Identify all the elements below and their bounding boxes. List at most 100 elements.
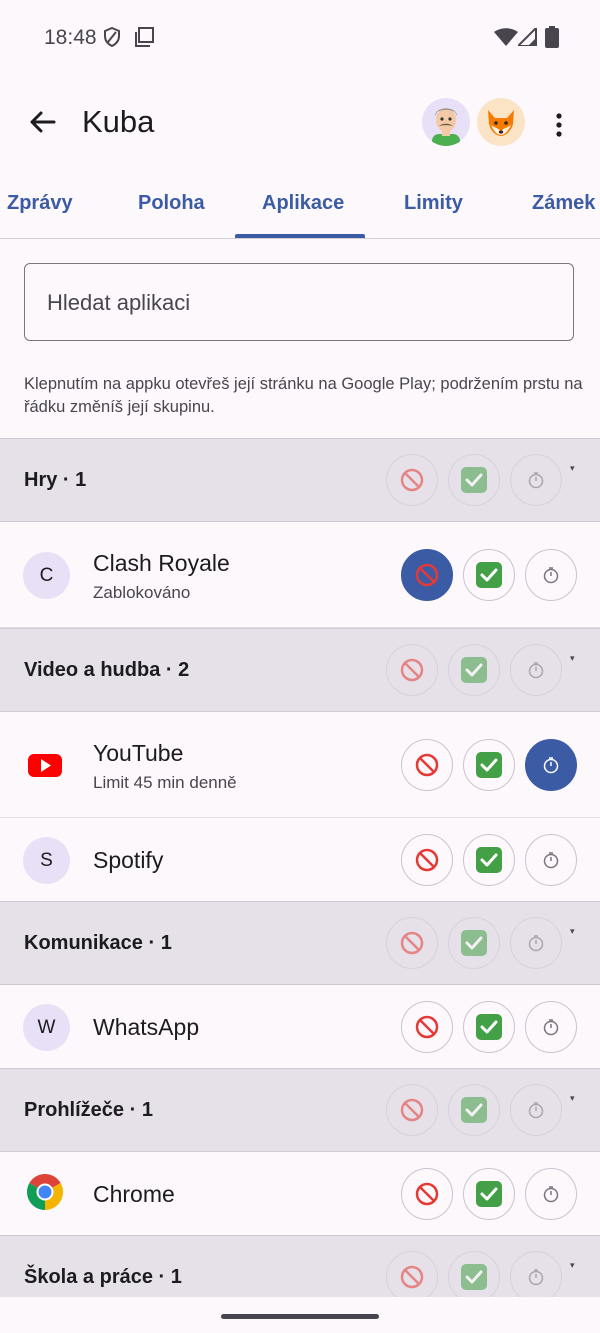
allow-button[interactable] bbox=[463, 549, 515, 601]
app-status: Zablokováno bbox=[93, 583, 191, 602]
tab-aplikace[interactable]: Aplikace bbox=[262, 192, 344, 215]
group-header-hry[interactable]: Hry · 1 ▾ bbox=[0, 438, 600, 522]
check-icon bbox=[476, 1014, 502, 1040]
block-button[interactable] bbox=[401, 549, 453, 601]
group-header-komunikace[interactable]: Komunikace · 1 ▾ bbox=[0, 901, 600, 985]
group-header-prohlizece[interactable]: Prohlížeče · 1 ▾ bbox=[0, 1068, 600, 1152]
check-icon bbox=[476, 847, 502, 873]
group-limit-button[interactable] bbox=[510, 1251, 562, 1303]
group-block-button[interactable] bbox=[386, 1251, 438, 1303]
block-button[interactable] bbox=[401, 739, 453, 791]
expand-caret-icon[interactable]: ▾ bbox=[570, 926, 575, 937]
fox-avatar[interactable] bbox=[477, 98, 525, 146]
group-block-button[interactable] bbox=[386, 644, 438, 696]
limit-button[interactable] bbox=[525, 1168, 577, 1220]
group-block-button[interactable] bbox=[386, 917, 438, 969]
group-limit-button[interactable] bbox=[510, 1084, 562, 1136]
block-icon bbox=[415, 848, 439, 872]
block-button[interactable] bbox=[401, 834, 453, 886]
wifi-icon bbox=[494, 28, 518, 46]
check-icon bbox=[461, 930, 487, 956]
group-limit-button[interactable] bbox=[510, 917, 562, 969]
group-title: Video a hudba · 2 bbox=[24, 659, 190, 681]
allow-button[interactable] bbox=[463, 739, 515, 791]
home-gesture-handle[interactable] bbox=[221, 1314, 379, 1319]
back-arrow-icon[interactable] bbox=[26, 106, 58, 138]
expand-caret-icon[interactable]: ▾ bbox=[570, 463, 575, 474]
app-row-chrome[interactable]: Chrome bbox=[0, 1152, 600, 1236]
app-row-spotify[interactable]: S Spotify bbox=[0, 818, 600, 902]
tab-limity[interactable]: Limity bbox=[404, 192, 463, 215]
allow-button[interactable] bbox=[463, 1001, 515, 1053]
limit-button[interactable] bbox=[525, 834, 577, 886]
more-options-icon[interactable] bbox=[546, 112, 572, 138]
shield-icon bbox=[104, 27, 120, 47]
group-block-button[interactable] bbox=[386, 1084, 438, 1136]
search-input[interactable]: Hledat aplikaci bbox=[24, 263, 574, 341]
battery-icon bbox=[545, 26, 559, 48]
cell-signal-icon bbox=[518, 28, 537, 46]
timer-icon bbox=[543, 757, 559, 774]
check-icon bbox=[461, 1097, 487, 1123]
timer-icon bbox=[528, 472, 544, 489]
search-placeholder: Hledat aplikaci bbox=[47, 290, 191, 315]
tab-zpravy[interactable]: Zprávy bbox=[7, 192, 73, 215]
tab-indicator bbox=[235, 234, 365, 238]
app-name: Chrome bbox=[93, 1181, 175, 1207]
app-icon-letter: C bbox=[23, 552, 70, 599]
block-button[interactable] bbox=[401, 1168, 453, 1220]
block-icon bbox=[415, 563, 439, 587]
tab-poloha[interactable]: Poloha bbox=[138, 192, 205, 215]
timer-icon bbox=[543, 1186, 559, 1203]
expand-caret-icon[interactable]: ▾ bbox=[570, 1093, 575, 1104]
group-title: Komunikace · 1 bbox=[24, 932, 172, 954]
block-icon bbox=[400, 1098, 424, 1122]
group-allow-button[interactable] bbox=[448, 1084, 500, 1136]
timer-icon bbox=[543, 567, 559, 584]
limit-button[interactable] bbox=[525, 739, 577, 791]
group-limit-button[interactable] bbox=[510, 644, 562, 696]
group-allow-button[interactable] bbox=[448, 644, 500, 696]
allow-button[interactable] bbox=[463, 834, 515, 886]
allow-button[interactable] bbox=[463, 1168, 515, 1220]
block-icon bbox=[415, 1015, 439, 1039]
app-row-whatsapp[interactable]: W WhatsApp bbox=[0, 985, 600, 1069]
app-icon-letter: S bbox=[23, 837, 70, 884]
group-allow-button[interactable] bbox=[448, 917, 500, 969]
group-title: Prohlížeče · 1 bbox=[24, 1099, 153, 1121]
group-title: Hry · 1 bbox=[24, 469, 87, 491]
group-allow-button[interactable] bbox=[448, 1251, 500, 1303]
child-avatar[interactable] bbox=[422, 98, 470, 146]
block-icon bbox=[400, 1265, 424, 1289]
expand-caret-icon[interactable]: ▾ bbox=[570, 1260, 575, 1271]
chrome-logo-icon bbox=[26, 1173, 64, 1210]
group-limit-button[interactable] bbox=[510, 454, 562, 506]
fox-avatar-icon bbox=[488, 110, 514, 136]
timer-icon bbox=[543, 1019, 559, 1036]
tab-zamek[interactable]: Zámek bbox=[532, 192, 595, 215]
child-avatar-icon bbox=[432, 108, 460, 146]
block-button[interactable] bbox=[401, 1001, 453, 1053]
block-icon bbox=[400, 931, 424, 955]
app-row-clash-royale[interactable]: C Clash Royale Zablokováno bbox=[0, 522, 600, 628]
expand-caret-icon[interactable]: ▾ bbox=[570, 653, 575, 664]
youtube-logo-icon bbox=[28, 754, 62, 777]
app-row-youtube[interactable]: YouTube Limit 45 min denně bbox=[0, 712, 600, 818]
group-block-button[interactable] bbox=[386, 454, 438, 506]
timer-icon bbox=[543, 852, 559, 869]
app-name: Spotify bbox=[93, 847, 164, 873]
limit-button[interactable] bbox=[525, 549, 577, 601]
timer-icon bbox=[528, 1102, 544, 1119]
app-status: Limit 45 min denně bbox=[93, 773, 237, 792]
limit-button[interactable] bbox=[525, 1001, 577, 1053]
timer-icon bbox=[528, 1269, 544, 1286]
block-icon bbox=[400, 658, 424, 682]
group-header-video-a-hudba[interactable]: Video a hudba · 2 ▾ bbox=[0, 628, 600, 712]
check-icon bbox=[461, 1264, 487, 1290]
group-allow-button[interactable] bbox=[448, 454, 500, 506]
block-icon bbox=[400, 468, 424, 492]
check-icon bbox=[476, 752, 502, 778]
status-time: 18:48 bbox=[44, 26, 97, 49]
block-icon bbox=[415, 753, 439, 777]
page-title: Kuba bbox=[82, 104, 155, 139]
